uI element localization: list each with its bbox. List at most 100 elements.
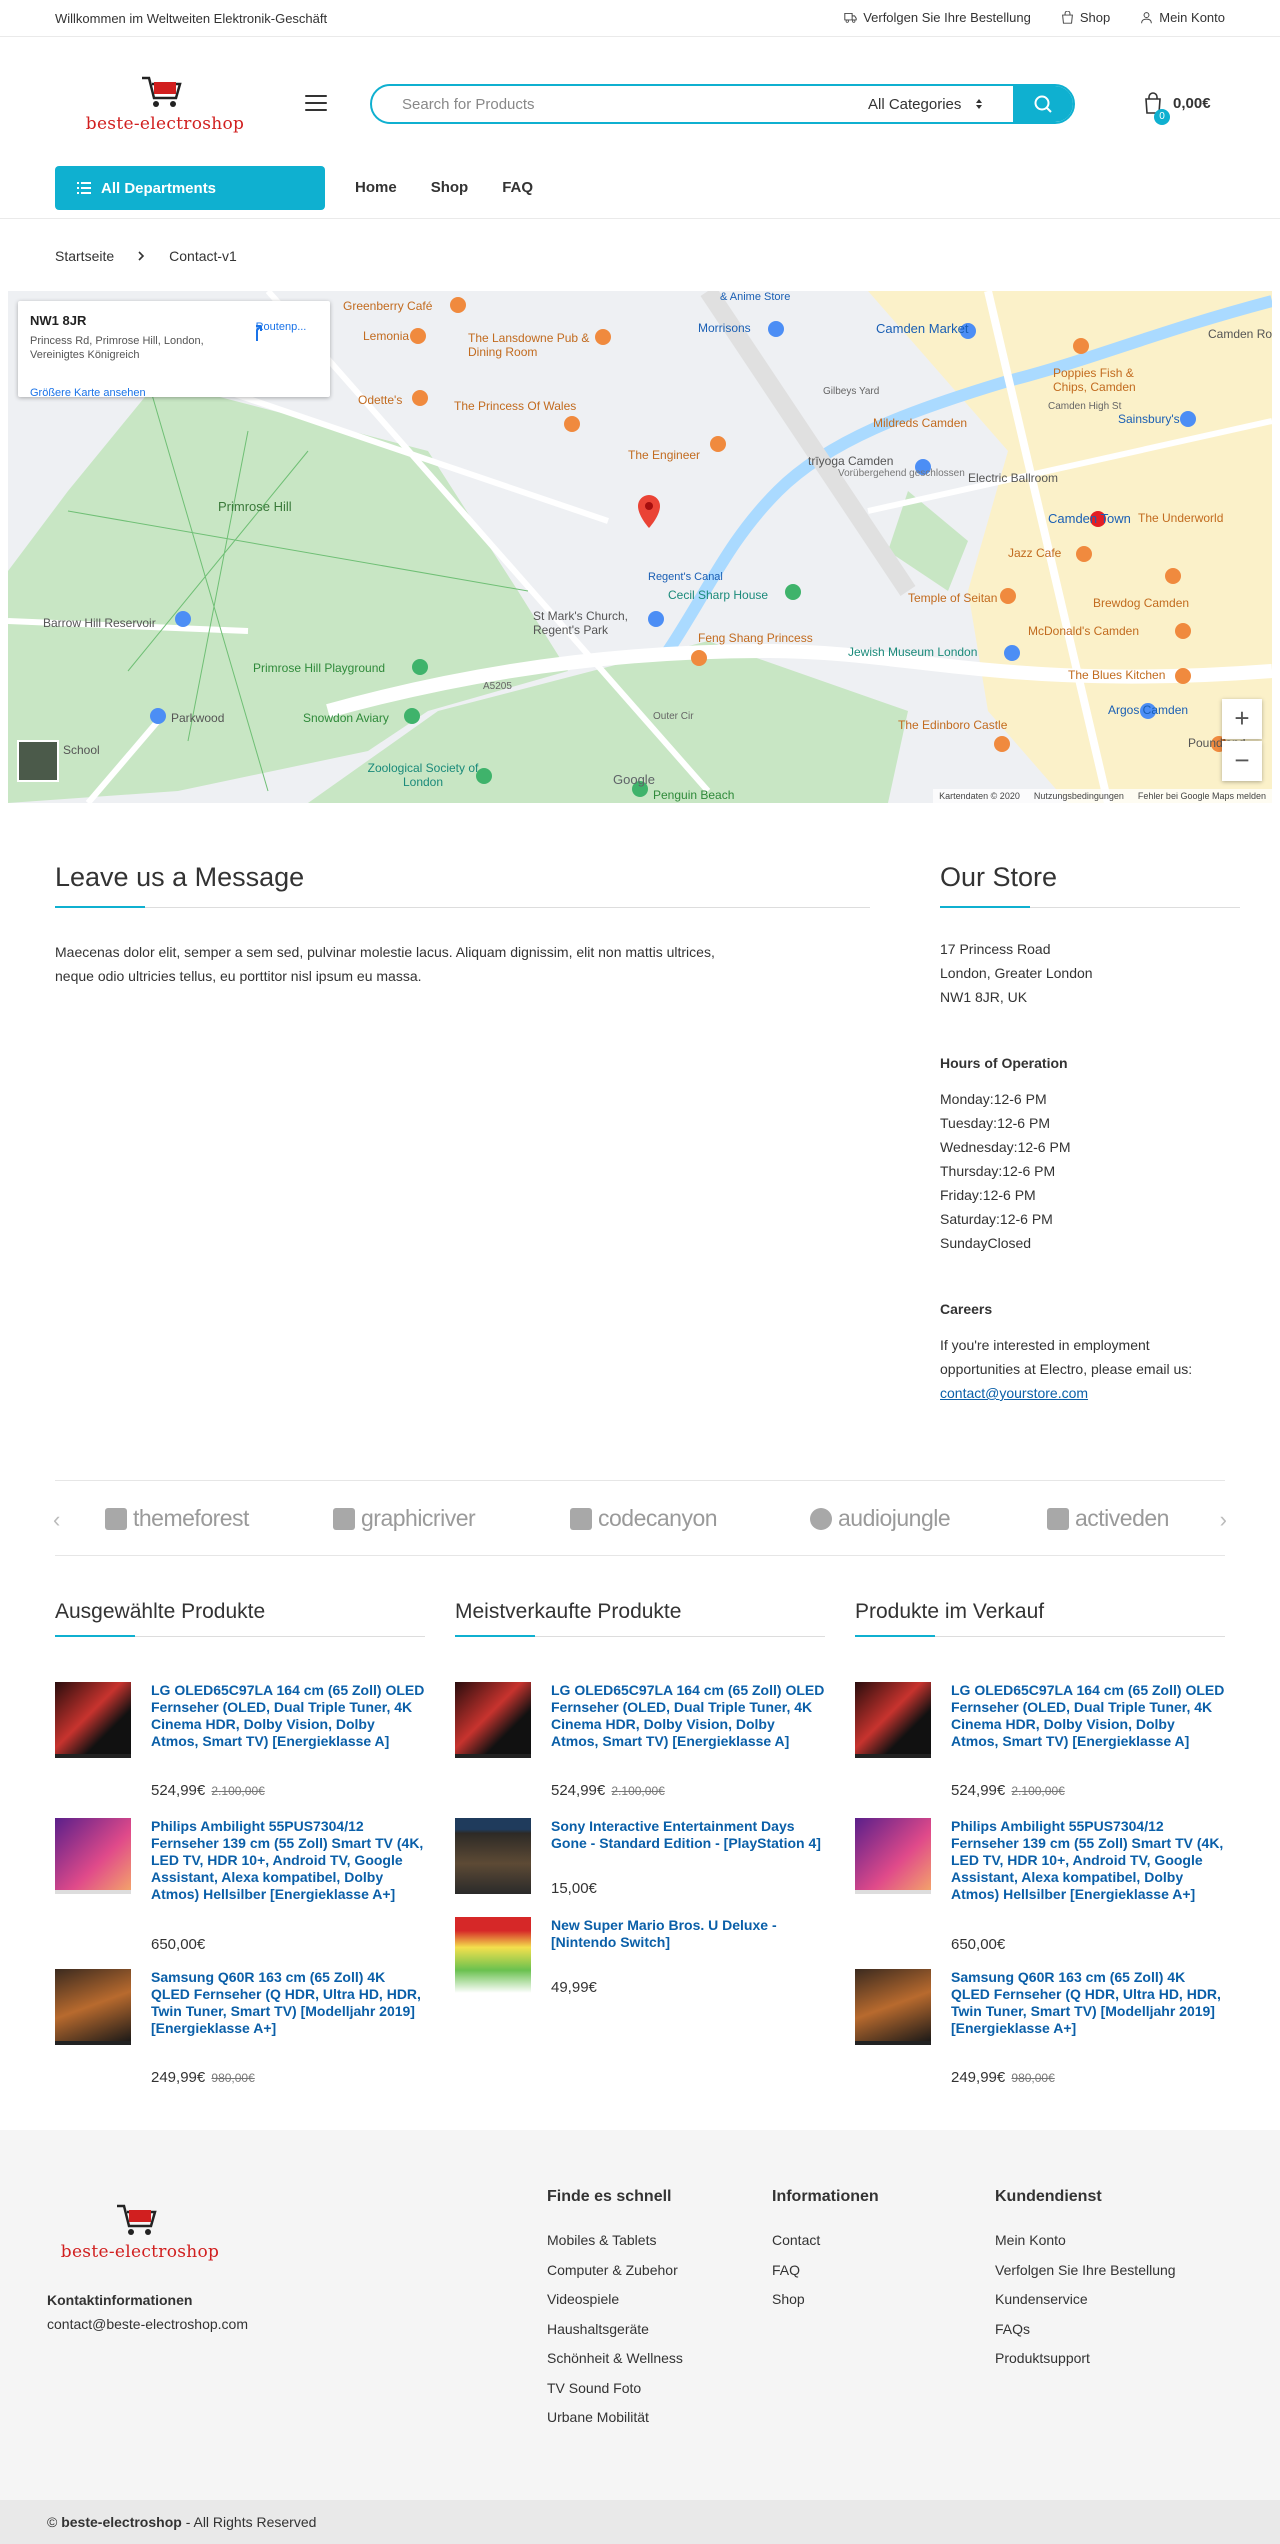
footer-link[interactable]: FAQs bbox=[995, 2315, 1176, 2345]
mini-cart[interactable]: 0 0,00€ bbox=[1143, 92, 1211, 125]
site-logo[interactable]: beste-electroshop bbox=[70, 74, 260, 138]
product-name-link[interactable]: LG OLED65C97LA 164 cm (65 Zoll) OLED Fer… bbox=[151, 1682, 425, 1750]
footer-link[interactable]: Schönheit & Wellness bbox=[547, 2344, 683, 2374]
brand-logo[interactable]: activeden bbox=[1047, 1505, 1169, 1532]
nav-item-faq[interactable]: FAQ bbox=[502, 179, 533, 196]
search-input[interactable] bbox=[372, 86, 863, 122]
footer-link[interactable]: TV Sound Foto bbox=[547, 2374, 683, 2404]
map-label: Gilbeys Yard bbox=[823, 386, 880, 397]
menu-toggle-button[interactable] bbox=[305, 95, 327, 113]
carousel-prev-icon[interactable]: ‹ bbox=[53, 1507, 60, 1533]
nav-item-shop[interactable]: Shop bbox=[431, 179, 469, 196]
brand-logo[interactable]: audiojungle bbox=[810, 1505, 951, 1532]
copyright-prefix: © bbox=[47, 2514, 62, 2530]
larger-map-link[interactable]: Größere Karte ansehen bbox=[30, 387, 146, 399]
shop-link[interactable]: Shop bbox=[1061, 10, 1110, 25]
google-watermark: Google bbox=[613, 772, 655, 787]
breadcrumb-home[interactable]: Startseite bbox=[55, 248, 114, 264]
truck-icon bbox=[844, 12, 857, 23]
footer-link[interactable]: FAQ bbox=[772, 2256, 879, 2286]
footer-link[interactable]: Urbane Mobilität bbox=[547, 2403, 683, 2433]
product-name-link[interactable]: Sony Interactive Entertainment Days Gone… bbox=[551, 1818, 825, 1852]
map-report-link[interactable]: Fehler bei Google Maps melden bbox=[1138, 789, 1266, 803]
map-label: Camden Town bbox=[1048, 511, 1131, 526]
product-thumbnail[interactable] bbox=[455, 1682, 531, 1758]
product-price: 249,99€ 980,00€ bbox=[151, 2069, 255, 2086]
footer-column-title: Kundendienst bbox=[995, 2188, 1102, 2205]
footer-column-title: Informationen bbox=[772, 2188, 879, 2205]
copyright-bar: © beste-electroshop - All Rights Reserve… bbox=[0, 2500, 1280, 2544]
footer-link[interactable]: Haushaltsgeräte bbox=[547, 2315, 683, 2345]
search-bar: All Categories bbox=[370, 84, 1075, 124]
map-label: Morrisons bbox=[698, 321, 751, 335]
product-name-link[interactable]: Philips Ambilight 55PUS7304/12 Fernseher… bbox=[951, 1818, 1225, 1903]
product-thumbnail[interactable] bbox=[855, 1969, 931, 2045]
category-select-value: All Categories bbox=[868, 95, 962, 113]
map-label: School bbox=[63, 743, 100, 757]
footer-link[interactable]: Kundenservice bbox=[995, 2285, 1176, 2315]
copyright-brand: beste-electroshop bbox=[61, 2514, 182, 2530]
brand-logo[interactable]: themeforest bbox=[105, 1505, 249, 1532]
product-name-link[interactable]: LG OLED65C97LA 164 cm (65 Zoll) OLED Fer… bbox=[951, 1682, 1225, 1750]
zoom-out-button[interactable]: − bbox=[1222, 741, 1262, 781]
map-label: Argos Camden bbox=[1108, 703, 1189, 717]
bag-icon bbox=[1061, 11, 1073, 24]
sale-products-title: Produkte im Verkauf bbox=[855, 1600, 1225, 1637]
brand-logo[interactable]: codecanyon bbox=[570, 1505, 718, 1532]
product-thumbnail[interactable] bbox=[55, 1969, 131, 2045]
map-label: Greenberry Café bbox=[343, 299, 433, 313]
map-label: Brewdog Camden bbox=[1093, 596, 1190, 610]
footer-logo[interactable]: beste-electroshop bbox=[45, 2202, 235, 2266]
hours-title: Hours of Operation bbox=[940, 1055, 1068, 1071]
product-name-link[interactable]: Philips Ambilight 55PUS7304/12 Fernseher… bbox=[151, 1818, 425, 1903]
careers-email-link[interactable]: contact@yourstore.com bbox=[940, 1385, 1088, 1401]
product-thumbnail[interactable] bbox=[55, 1818, 131, 1894]
location-marker-icon bbox=[638, 495, 660, 528]
product-price: 650,00€ bbox=[151, 1936, 206, 1953]
product-thumbnail[interactable] bbox=[55, 1682, 131, 1758]
footer-link[interactable]: Produktsupport bbox=[995, 2344, 1176, 2374]
footer-link[interactable]: Videospiele bbox=[547, 2285, 683, 2315]
product-thumbnail[interactable] bbox=[455, 1818, 531, 1894]
product-price: 249,99€ 980,00€ bbox=[951, 2069, 1055, 2086]
all-departments-button[interactable]: All Departments bbox=[55, 166, 325, 210]
category-select[interactable]: All Categories bbox=[863, 86, 1013, 122]
cart-count-badge: 0 bbox=[1154, 109, 1170, 125]
store-address-line: NW1 8JR, UK bbox=[940, 989, 1028, 1005]
message-title: Leave us a Message bbox=[55, 862, 305, 892]
product-thumbnail[interactable] bbox=[855, 1682, 931, 1758]
directions-icon bbox=[256, 325, 262, 341]
footer-link[interactable]: Verfolgen Sie Ihre Bestellung bbox=[995, 2256, 1176, 2286]
footer-link[interactable]: Shop bbox=[772, 2285, 879, 2315]
carousel-next-icon[interactable]: › bbox=[1220, 1507, 1227, 1533]
map-label: Primrose Hill Playground bbox=[253, 661, 386, 675]
footer-link[interactable]: Computer & Zubehor bbox=[547, 2256, 683, 2286]
brand-logo[interactable]: graphicriver bbox=[333, 1505, 476, 1532]
product-thumbnail[interactable] bbox=[455, 1917, 531, 1993]
google-map[interactable]: Primrose Hill Camden Market Camden Town … bbox=[8, 291, 1272, 803]
product-name-link[interactable]: Samsung Q60R 163 cm (65 Zoll) 4K QLED Fe… bbox=[951, 1969, 1225, 2037]
map-label: The Edinboro Castle bbox=[898, 718, 1008, 732]
product-price: 650,00€ bbox=[951, 1936, 1006, 1953]
contact-email[interactable]: contact@beste-electroshop.com bbox=[47, 2316, 248, 2332]
directions-button[interactable]: Routenp... bbox=[246, 321, 316, 341]
search-icon bbox=[1034, 95, 1052, 113]
map-label: Snowdon Aviary bbox=[303, 711, 389, 725]
product-price: 524,99€ 2.100,00€ bbox=[551, 1782, 665, 1799]
search-button[interactable] bbox=[1013, 86, 1073, 122]
product-name-link[interactable]: Samsung Q60R 163 cm (65 Zoll) 4K QLED Fe… bbox=[151, 1969, 425, 2037]
product-name-link[interactable]: LG OLED65C97LA 164 cm (65 Zoll) OLED Fer… bbox=[551, 1682, 825, 1750]
footer-link[interactable]: Mobiles & Tablets bbox=[547, 2226, 683, 2256]
map-label: Mildreds Camden bbox=[873, 416, 968, 430]
track-order-link[interactable]: Verfolgen Sie Ihre Bestellung bbox=[844, 10, 1031, 25]
footer-link[interactable]: Mein Konto bbox=[995, 2226, 1176, 2256]
product-thumbnail[interactable] bbox=[855, 1818, 931, 1894]
nav-item-home[interactable]: Home bbox=[355, 179, 397, 196]
footer-link[interactable]: Contact bbox=[772, 2226, 879, 2256]
careers: Careers If you're interested in employme… bbox=[940, 1297, 1200, 1405]
account-link[interactable]: Mein Konto bbox=[1140, 10, 1225, 25]
zoom-in-button[interactable]: + bbox=[1222, 699, 1262, 739]
map-card-title: NW1 8JR bbox=[30, 313, 87, 328]
map-terms-link[interactable]: Nutzungsbedingungen bbox=[1034, 789, 1124, 803]
product-name-link[interactable]: New Super Mario Bros. U Deluxe - [Ninten… bbox=[551, 1917, 825, 1951]
